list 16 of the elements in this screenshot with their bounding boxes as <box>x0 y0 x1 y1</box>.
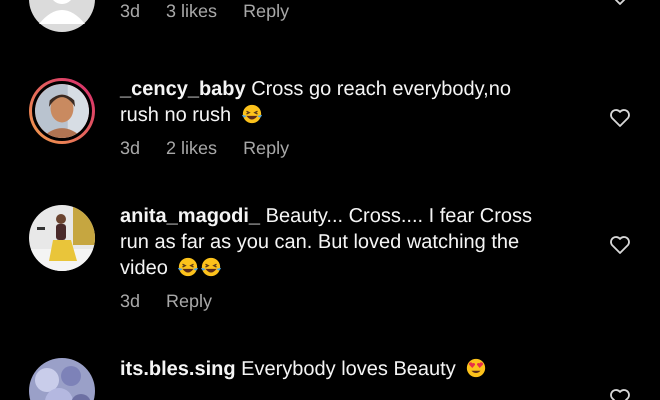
username-link[interactable]: its.bles.sing <box>120 358 236 380</box>
comment-text: its.bles.sing Everybody loves Beauty <box>120 356 552 382</box>
comment-time: 3d <box>120 0 140 22</box>
like-heart-icon[interactable] <box>608 106 632 130</box>
like-heart-icon[interactable] <box>608 233 632 257</box>
reply-button[interactable]: Reply <box>243 0 290 22</box>
username-link[interactable]: _cency_baby <box>120 78 246 100</box>
comment-text: anita_magodi_ Beauty... Cross.... I fear Cross run as far as you can. But loved watching the video <box>120 204 533 281</box>
comment-time: 3d <box>120 137 140 159</box>
reply-button[interactable]: Reply <box>166 290 212 312</box>
likes-count[interactable]: 2 likes <box>166 137 218 159</box>
comment-text: _cency_baby Cross go reach everybody,no rush no rush <box>120 77 512 128</box>
comment-time: 3d <box>120 290 140 312</box>
reply-button[interactable]: Reply <box>243 137 290 159</box>
username-link[interactable]: anita_magodi_ <box>120 205 260 227</box>
likes-count[interactable]: 3 likes <box>166 0 218 22</box>
